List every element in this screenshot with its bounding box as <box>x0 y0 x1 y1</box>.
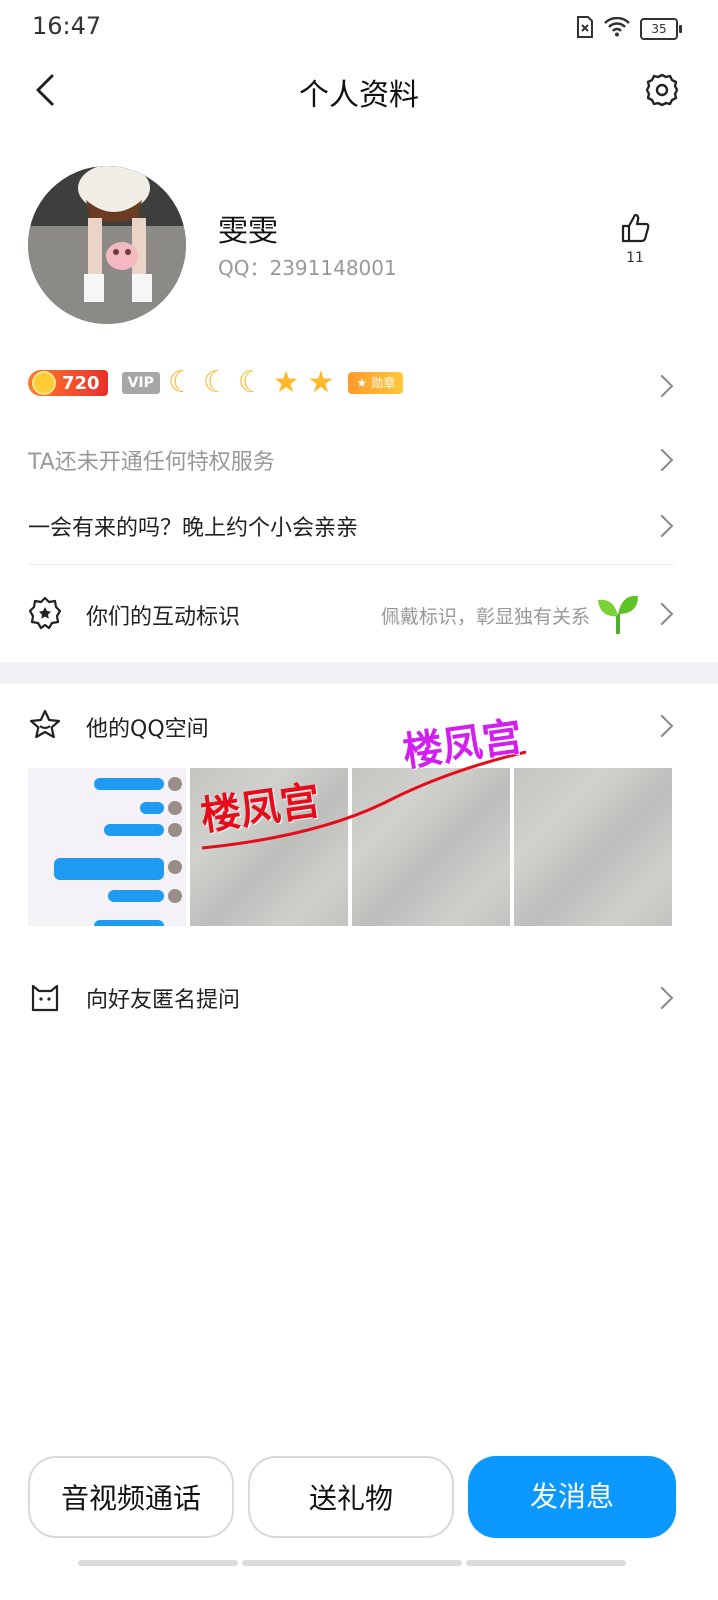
chevron-right-icon <box>650 374 674 398</box>
interaction-label[interactable]: 你们的互动标识 <box>86 599 240 631</box>
chevron-right-icon <box>650 986 674 1010</box>
send-message-button[interactable]: 发消息 <box>468 1456 676 1538</box>
chevron-right-icon <box>650 448 674 472</box>
chat-avatar <box>168 801 182 815</box>
send-gift-button[interactable]: 送礼物 <box>248 1456 454 1538</box>
chat-bubble <box>104 824 164 836</box>
level-badge: 720 <box>28 370 108 396</box>
medal-label: 勋章 <box>371 376 396 390</box>
moon-icon: ☾ <box>237 365 265 400</box>
qq-number-line: QQ：2391148001 <box>218 252 397 281</box>
chevron-right-icon <box>650 602 674 626</box>
chat-avatar <box>168 823 182 837</box>
qzone-photo[interactable] <box>28 768 186 926</box>
qzone-photo[interactable] <box>514 768 672 926</box>
chat-avatar <box>168 889 182 903</box>
coin-icon <box>32 371 56 395</box>
chevron-right-icon <box>650 514 674 538</box>
qq-number: 2391148001 <box>269 256 397 280</box>
divider <box>28 564 674 565</box>
thumbs-up-icon <box>621 213 650 243</box>
sim-icon <box>576 16 594 42</box>
gesture-bar <box>78 1560 238 1566</box>
chat-bubble <box>140 802 164 814</box>
interaction-hint: 佩戴标识，彰显独有关系 <box>380 606 590 628</box>
moon-icon: ☾ <box>202 365 230 400</box>
avatar[interactable] <box>28 166 186 324</box>
video-call-button[interactable]: 音视频通话 <box>28 1456 234 1538</box>
chat-avatar <box>168 777 182 791</box>
badge-star-icon <box>28 596 62 630</box>
badge-row[interactable]: 720 VIP ☾ ☾ ☾ ★ ★ ★ 勋章 <box>28 365 404 400</box>
avatar-photo <box>28 166 186 324</box>
privilege-row[interactable]: TA还未开通任何特权服务 <box>28 444 275 476</box>
status-icons: 35 <box>576 16 682 42</box>
cat-icon <box>28 980 62 1014</box>
star-icon: ★ <box>272 365 300 400</box>
status-time: 16:47 <box>32 12 102 40</box>
chevron-right-icon <box>650 714 674 738</box>
chat-bubble <box>94 920 164 926</box>
medal-star-icon: ★ <box>356 376 368 390</box>
moon-icon: ☾ <box>167 365 195 400</box>
battery-icon: 35 <box>640 18 682 40</box>
settings-button[interactable] <box>642 70 682 110</box>
qzone-label[interactable]: 他的QQ空间 <box>86 711 209 743</box>
vip-badge: VIP <box>121 372 160 394</box>
wifi-icon <box>604 16 630 41</box>
chat-bubble <box>54 858 164 880</box>
medal-badge: ★ 勋章 <box>348 372 404 394</box>
page-title: 个人资料 <box>299 78 419 113</box>
qzone-star-icon <box>28 708 62 742</box>
gear-icon <box>645 73 679 107</box>
sprout-icon <box>596 592 640 636</box>
chat-bubble <box>108 890 164 902</box>
chat-bubble <box>94 778 164 790</box>
signature-row[interactable]: 一会有来的吗？晚上约个小会亲亲 <box>28 510 358 542</box>
level-value: 720 <box>62 372 100 394</box>
section-separator <box>0 662 718 684</box>
gesture-bar <box>466 1560 626 1566</box>
gesture-bar <box>242 1560 462 1566</box>
qq-label: QQ： <box>218 256 270 280</box>
nickname: 雯雯 <box>218 214 278 249</box>
like-count: 11 <box>626 250 644 266</box>
chat-avatar <box>168 860 182 874</box>
anonymous-ask-label[interactable]: 向好友匿名提问 <box>86 982 240 1014</box>
like-button[interactable]: 11 <box>612 212 658 272</box>
star-icon: ★ <box>307 365 335 400</box>
